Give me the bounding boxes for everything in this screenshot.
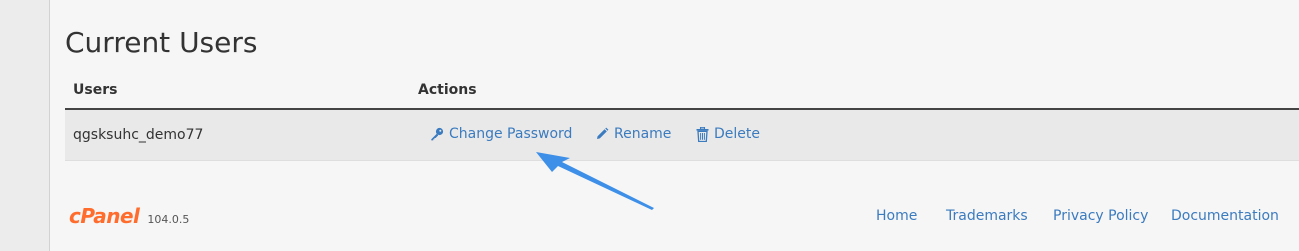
column-header-users: Users [73, 82, 118, 98]
footer-link-home[interactable]: Home [876, 208, 917, 224]
footer-brand: cPanel 104.0.5 [69, 204, 189, 228]
delete-label: Delete [714, 126, 760, 142]
pencil-icon [595, 127, 609, 141]
footer-link-documentation[interactable]: Documentation [1171, 208, 1279, 224]
change-password-link[interactable]: Change Password [430, 126, 572, 142]
trash-icon [696, 126, 709, 142]
page-title: Current Users [65, 26, 258, 59]
username-cell: qgsksuhc_demo77 [73, 127, 204, 143]
table-header: Users Actions [65, 72, 1299, 110]
rename-label: Rename [614, 126, 672, 142]
cpanel-logo: cPanel [69, 204, 140, 228]
left-sidebar [0, 0, 50, 251]
version-number: 104.0.5 [147, 213, 190, 226]
rename-link[interactable]: Rename [595, 126, 671, 142]
key-icon [430, 127, 444, 141]
main-content: Current Users Users Actions qgsksuhc_dem… [50, 0, 1299, 251]
change-password-label: Change Password [449, 126, 573, 142]
column-header-actions: Actions [418, 82, 477, 98]
footer-link-privacy-policy[interactable]: Privacy Policy [1053, 208, 1148, 224]
annotation-arrow [536, 152, 654, 210]
footer-link-trademarks[interactable]: Trademarks [946, 208, 1028, 224]
delete-link[interactable]: Delete [696, 126, 760, 142]
